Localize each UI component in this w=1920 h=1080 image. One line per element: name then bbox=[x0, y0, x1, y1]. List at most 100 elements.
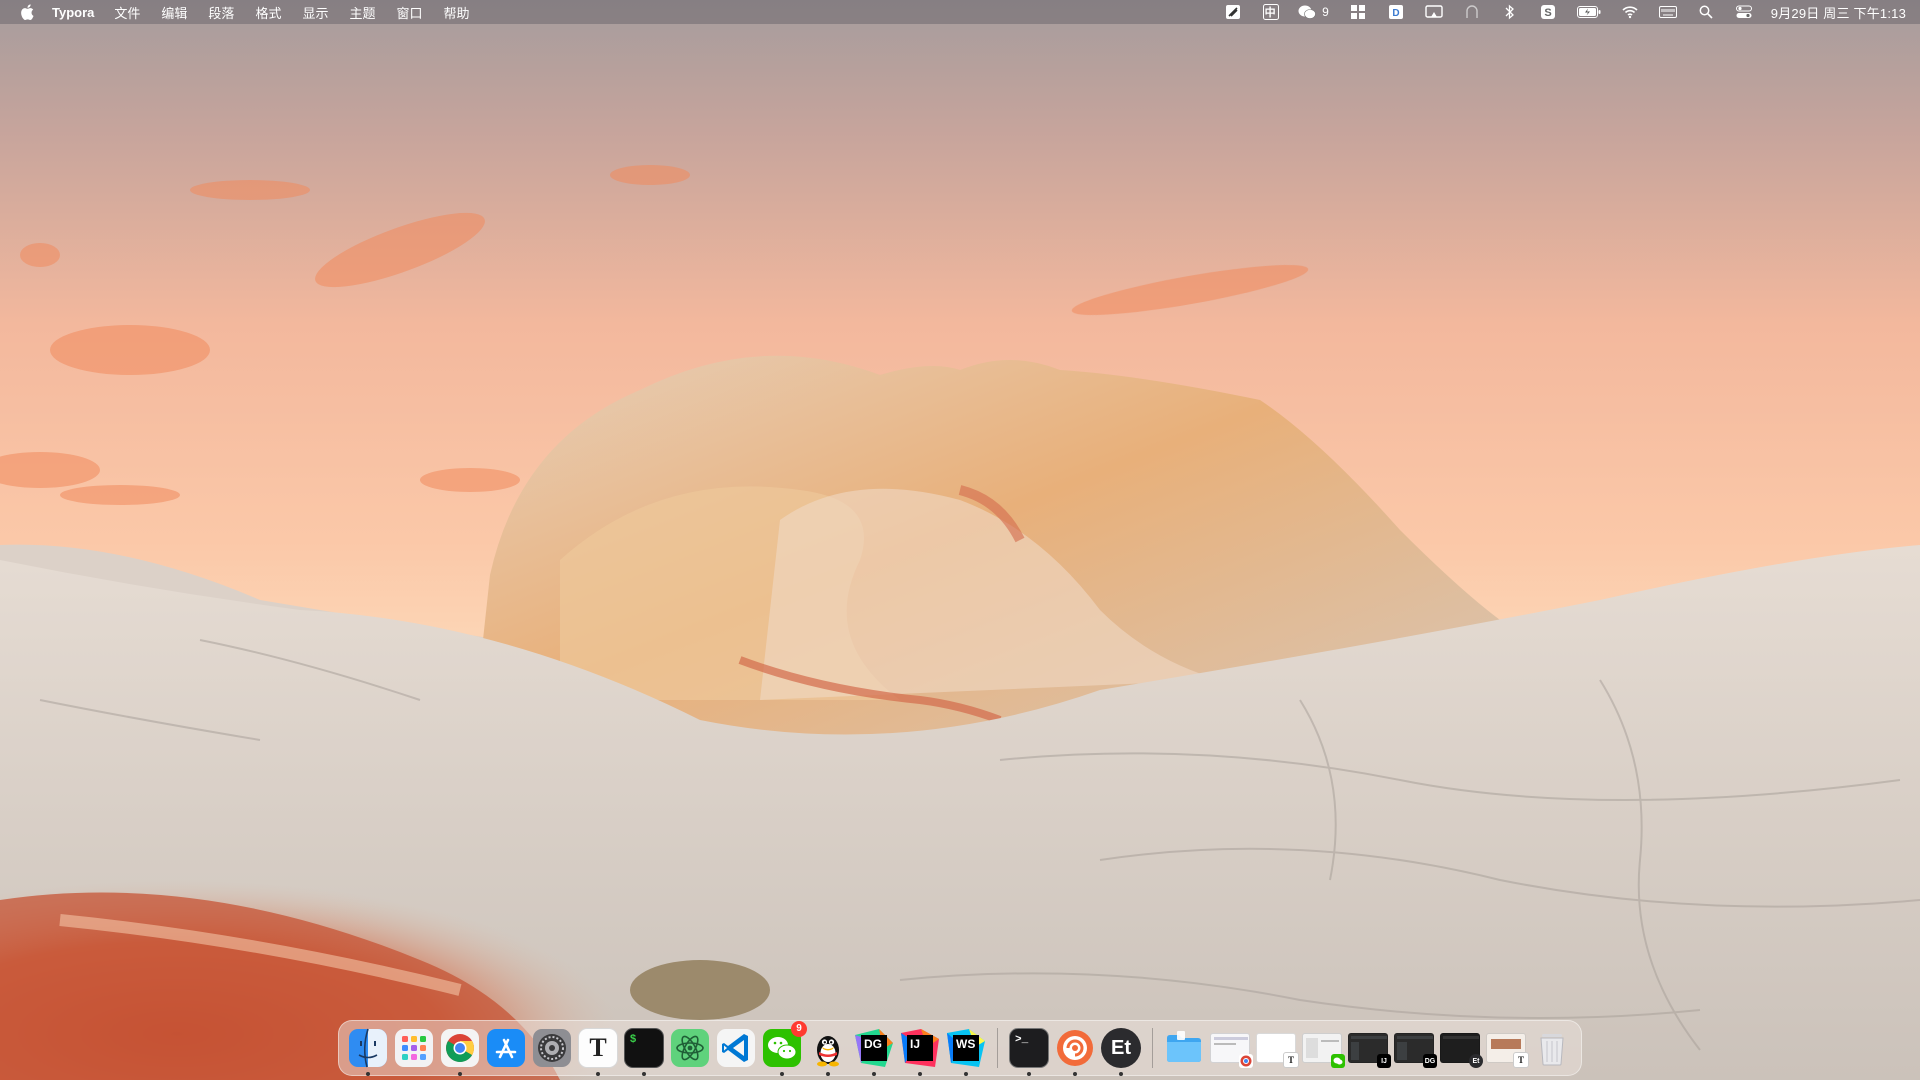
et-mini-icon: Et bbox=[1469, 1054, 1483, 1068]
wechat-status-icon[interactable] bbox=[1298, 3, 1316, 21]
running-indicator bbox=[780, 1072, 784, 1076]
running-indicator bbox=[872, 1072, 876, 1076]
dock-trash[interactable] bbox=[1531, 1027, 1573, 1069]
screen-mirror-icon[interactable] bbox=[1425, 3, 1443, 21]
typora-mini-icon: T bbox=[1513, 1052, 1529, 1068]
dock-minimized-chrome-window[interactable] bbox=[1209, 1027, 1253, 1069]
datagrip-icon: DG bbox=[855, 1029, 893, 1067]
menu-view[interactable]: 显示 bbox=[302, 3, 328, 22]
wifi-icon[interactable] bbox=[1621, 3, 1639, 21]
dock-separator bbox=[997, 1028, 998, 1068]
idea-mini-icon: IJ bbox=[1377, 1054, 1391, 1068]
qq-penguin-icon bbox=[817, 1036, 839, 1067]
running-indicator bbox=[366, 1072, 370, 1076]
dict-status-icon[interactable]: D bbox=[1387, 3, 1405, 21]
typora-mini-icon: T bbox=[1283, 1052, 1299, 1068]
wechat-unread-count: 9 bbox=[1322, 5, 1329, 19]
keyboard-icon[interactable] bbox=[1658, 3, 1677, 21]
desktop[interactable]: Typora 文件 编辑 段落 格式 显示 主题 窗口 帮助 中 9 D S 9… bbox=[0, 0, 1920, 1080]
dock-typora[interactable]: T bbox=[577, 1027, 619, 1076]
airplay-icon[interactable] bbox=[1463, 3, 1481, 21]
dock-vscode[interactable] bbox=[715, 1027, 757, 1069]
dock-webstorm[interactable]: WS bbox=[945, 1027, 987, 1076]
dock-minimized-wechat-window[interactable] bbox=[1301, 1027, 1345, 1069]
dock-datagrip[interactable]: DG bbox=[853, 1027, 895, 1076]
datagrip-mini-icon: DG bbox=[1423, 1054, 1437, 1068]
dock-launchpad[interactable] bbox=[393, 1027, 435, 1069]
dock-finder[interactable] bbox=[347, 1027, 389, 1076]
input-method-label: 中 bbox=[1264, 7, 1276, 19]
dock-et-app[interactable]: Et bbox=[1100, 1027, 1142, 1076]
dock-chrome[interactable] bbox=[439, 1027, 481, 1076]
sync-s-icon[interactable]: S bbox=[1539, 3, 1557, 21]
dock-minimized-typora-window[interactable]: T bbox=[1255, 1027, 1299, 1069]
apple-menu-icon[interactable] bbox=[20, 3, 36, 21]
gear-icon bbox=[533, 1029, 571, 1067]
app-store-icon bbox=[487, 1029, 525, 1067]
wechat-mini-icon bbox=[1331, 1054, 1345, 1068]
chrome-mini-icon bbox=[1239, 1054, 1253, 1068]
dock-iterm[interactable]: $ bbox=[623, 1027, 665, 1076]
dock-minimized-typora-window-2[interactable]: T bbox=[1485, 1027, 1529, 1069]
atom-icon bbox=[671, 1029, 709, 1067]
wechat-badge: 9 bbox=[791, 1021, 807, 1037]
running-indicator bbox=[642, 1072, 646, 1076]
running-indicator bbox=[1073, 1072, 1077, 1076]
intellij-idea-label: IJ bbox=[907, 1035, 933, 1061]
dock-minimized-et-window[interactable]: Et bbox=[1439, 1027, 1483, 1069]
window-thumbnail: T bbox=[1486, 1033, 1529, 1068]
menu-edit[interactable]: 编辑 bbox=[161, 3, 187, 22]
dock-terminal[interactable]: >_ bbox=[1008, 1027, 1050, 1076]
menu-help[interactable]: 帮助 bbox=[444, 3, 470, 22]
webstorm-icon: WS bbox=[947, 1029, 985, 1067]
control-center-icon[interactable] bbox=[1735, 3, 1753, 21]
window-thumbnail bbox=[1302, 1033, 1345, 1068]
dock-app-store[interactable] bbox=[485, 1027, 527, 1069]
datagrip-label: DG bbox=[861, 1035, 887, 1061]
webstorm-label: WS bbox=[953, 1035, 979, 1061]
menu-bar-clock[interactable]: 9月29日 周三 下午1:13 bbox=[1771, 3, 1906, 22]
dock-system-preferences[interactable] bbox=[531, 1027, 573, 1069]
bluetooth-icon[interactable] bbox=[1501, 3, 1519, 21]
menu-format[interactable]: 格式 bbox=[255, 3, 281, 22]
menu-theme[interactable]: 主题 bbox=[349, 3, 375, 22]
running-indicator bbox=[1119, 1072, 1123, 1076]
menu-bar-left: Typora 文件 编辑 段落 格式 显示 主题 窗口 帮助 bbox=[20, 0, 491, 24]
dock-minimized-idea-window[interactable]: IJ bbox=[1347, 1027, 1391, 1069]
dock-wechat[interactable]: 9 bbox=[761, 1021, 807, 1076]
dock: T $ 9 DG IJ WS >_ Et T IJ DG Et T bbox=[338, 1020, 1582, 1076]
running-indicator bbox=[458, 1072, 462, 1076]
menu-file[interactable]: 文件 bbox=[114, 3, 140, 22]
grid-status-icon[interactable] bbox=[1349, 3, 1367, 21]
dock-qq[interactable] bbox=[807, 1027, 849, 1076]
vscode-icon bbox=[717, 1029, 755, 1067]
svg-text:D: D bbox=[1392, 8, 1399, 19]
dock-downloads-folder[interactable] bbox=[1163, 1027, 1205, 1069]
running-indicator bbox=[964, 1072, 968, 1076]
sketch-status-icon[interactable] bbox=[1224, 3, 1242, 21]
dock-minimized-datagrip-window[interactable]: DG bbox=[1393, 1027, 1437, 1069]
window-thumbnail: T bbox=[1256, 1033, 1299, 1068]
folder-icon bbox=[1167, 1031, 1201, 1062]
running-indicator bbox=[918, 1072, 922, 1076]
scrobbler-icon bbox=[1057, 1030, 1093, 1066]
typora-icon: T bbox=[578, 1028, 618, 1068]
spotlight-search-icon[interactable] bbox=[1697, 3, 1715, 21]
launchpad-icon bbox=[395, 1029, 433, 1067]
svg-text:S: S bbox=[1544, 7, 1551, 19]
running-indicator bbox=[596, 1072, 600, 1076]
menu-window[interactable]: 窗口 bbox=[396, 3, 422, 22]
trash-icon bbox=[1540, 1034, 1564, 1066]
window-thumbnail: IJ bbox=[1348, 1033, 1391, 1068]
battery-icon[interactable] bbox=[1576, 3, 1601, 21]
intellij-idea-icon: IJ bbox=[901, 1029, 939, 1067]
dock-intellij-idea[interactable]: IJ bbox=[899, 1027, 941, 1076]
window-thumbnail bbox=[1210, 1033, 1253, 1068]
dock-atom[interactable] bbox=[669, 1027, 711, 1069]
menu-paragraph[interactable]: 段落 bbox=[208, 3, 234, 22]
menu-bar: Typora 文件 编辑 段落 格式 显示 主题 窗口 帮助 中 9 D S 9… bbox=[0, 0, 1920, 24]
menu-bar-status-area: 中 9 D S 9月29日 周三 下午1:13 bbox=[1204, 0, 1906, 24]
menu-app-name[interactable]: Typora bbox=[52, 5, 94, 20]
et-app-icon: Et bbox=[1101, 1028, 1141, 1068]
dock-scrobbler[interactable] bbox=[1054, 1027, 1096, 1076]
